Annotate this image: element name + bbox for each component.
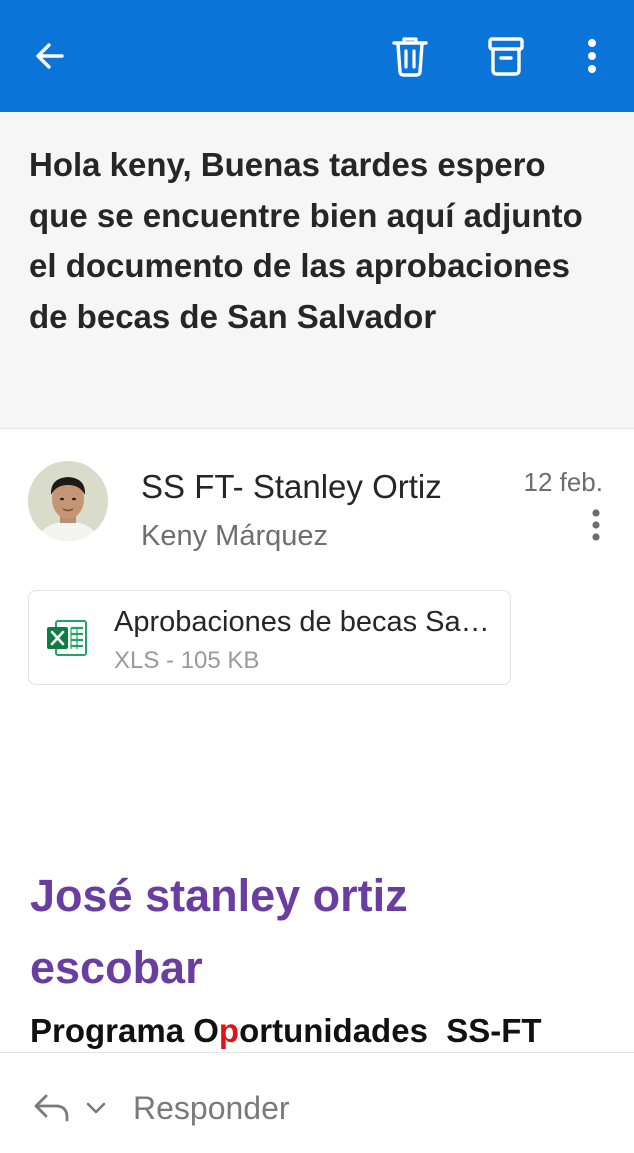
signature-program-part2: ortunidades SS-FT bbox=[239, 1012, 542, 1049]
excel-file-icon bbox=[46, 619, 88, 657]
reply-arrow-icon[interactable] bbox=[32, 1090, 72, 1126]
attachment-name: Aprobaciones de becas San Salvador bbox=[114, 606, 499, 638]
recipient-name: Keny Márquez bbox=[141, 520, 328, 552]
message-more-icon[interactable] bbox=[582, 506, 610, 544]
sender-avatar[interactable] bbox=[28, 461, 108, 541]
signature-program-red-letter: p bbox=[218, 1012, 240, 1049]
arrow-left-icon[interactable] bbox=[26, 32, 74, 80]
top-app-bar bbox=[0, 0, 634, 112]
signature-program: Programa Oportunidades SS-FT bbox=[30, 1012, 542, 1050]
more-vertical-icon[interactable] bbox=[572, 32, 612, 80]
signature-program-part1: Programa O bbox=[30, 1012, 219, 1049]
attachment-meta: XLS - 105 KB bbox=[114, 647, 260, 674]
email-subject: Hola keny, Buenas tardes espero que se e… bbox=[29, 146, 583, 335]
trash-icon[interactable] bbox=[386, 32, 434, 80]
sender-name: SS FT- Stanley Ortiz bbox=[141, 468, 442, 505]
subject-area: Hola keny, Buenas tardes espero que se e… bbox=[0, 112, 634, 429]
archive-box-icon[interactable] bbox=[482, 32, 530, 80]
chevron-down-icon[interactable] bbox=[84, 1096, 108, 1120]
reply-button[interactable]: Responder bbox=[133, 1090, 290, 1127]
message-date: 12 feb. bbox=[523, 467, 603, 497]
attachment-card[interactable]: Aprobaciones de becas San Salvador XLS -… bbox=[28, 590, 511, 685]
signature-name: José stanley ortiz escobar bbox=[30, 870, 408, 993]
